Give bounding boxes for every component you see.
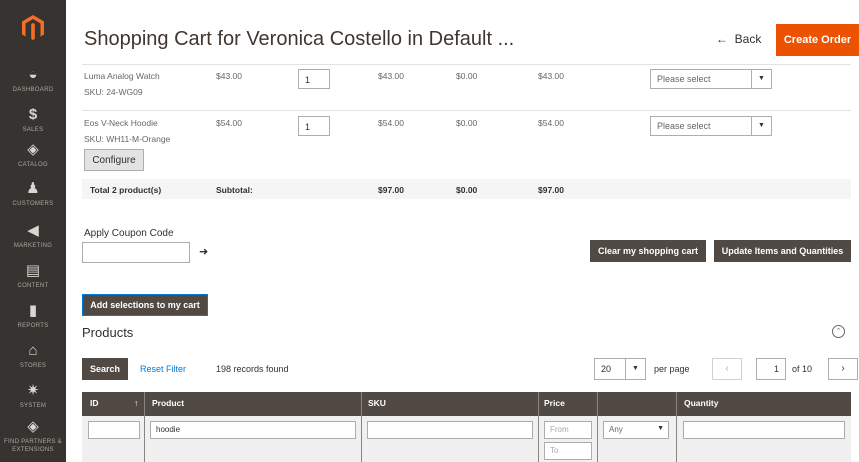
filter-sku-input[interactable] <box>367 421 533 439</box>
item-name: Eos V-Neck Hoodie <box>84 118 158 128</box>
chevron-down-icon: ▼ <box>751 117 771 135</box>
nav-catalog[interactable]: ◈ CATALOG <box>0 141 66 185</box>
filter-product-input[interactable]: hoodie <box>150 421 356 439</box>
coupon-label: Apply Coupon Code <box>84 228 174 239</box>
nav-reports[interactable]: ▮ REPORTS <box>0 302 66 346</box>
page-total: of 10 <box>792 364 813 374</box>
filter-price-to[interactable]: To <box>544 442 592 460</box>
chevron-down-icon: ▼ <box>751 70 771 88</box>
grid-header <box>82 392 851 416</box>
chevron-down-icon: ▼ <box>625 359 645 379</box>
arrow-left-icon: ← <box>716 32 728 46</box>
collapse-icon[interactable]: ⌃ <box>832 325 845 338</box>
item-row-total: $54.00 <box>538 118 564 128</box>
item-sku: SKU: 24-WG09 <box>84 87 143 97</box>
next-page-button[interactable]: › <box>828 358 858 380</box>
totals-discount: $0.00 <box>456 185 478 195</box>
magento-logo[interactable] <box>0 0 66 56</box>
reset-filter-link[interactable]: Reset Filter <box>140 364 186 374</box>
products-title: Products <box>82 325 134 340</box>
item-action-select[interactable]: Please select ▼ <box>650 69 772 89</box>
column-header-price[interactable]: Price <box>544 398 565 408</box>
cube-icon: ◈ <box>27 141 39 158</box>
item-price: $43.00 <box>216 71 242 81</box>
item-price: $54.00 <box>216 118 242 128</box>
filter-quantity-input[interactable] <box>683 421 845 439</box>
chevron-left-icon: ‹ <box>725 363 729 374</box>
nav-dashboard[interactable]: ◒ DASHBOARD <box>0 66 66 110</box>
per-page-select[interactable]: 20 ▼ <box>594 358 646 380</box>
records-count: 198 records found <box>216 364 289 374</box>
sort-arrow-icon: ↑ <box>134 398 139 408</box>
chevron-right-icon: › <box>841 363 845 374</box>
quantity-input[interactable]: 1 <box>298 69 330 89</box>
back-button[interactable]: ← Back <box>716 32 761 46</box>
nav-content[interactable]: ▤ CONTENT <box>0 262 66 306</box>
item-row-total: $43.00 <box>538 71 564 81</box>
page-input[interactable]: 1 <box>756 358 786 380</box>
filter-price-from[interactable]: From <box>544 421 592 439</box>
puzzle-icon: ◈ <box>27 418 39 435</box>
column-header-id[interactable]: ID <box>90 398 99 408</box>
dashboard-icon: ◒ <box>28 66 38 83</box>
person-icon: ♟ <box>26 180 40 197</box>
per-page-label: per page <box>654 364 690 374</box>
totals-subtotal: $97.00 <box>378 185 404 195</box>
column-separator <box>597 392 598 462</box>
filter-id-input[interactable] <box>88 421 140 439</box>
magento-logo-icon <box>22 15 44 40</box>
column-separator <box>361 392 362 462</box>
filter-website-select[interactable]: Any ▼ <box>603 421 669 439</box>
column-header-product[interactable]: Product <box>152 398 184 408</box>
nav-marketing[interactable]: ◀ MARKETING <box>0 222 66 266</box>
chevron-down-icon: ▼ <box>657 425 664 432</box>
item-name: Luma Analog Watch <box>84 71 160 81</box>
clear-cart-button[interactable]: Clear my shopping cart <box>590 240 706 262</box>
update-items-button[interactable]: Update Items and Quantities <box>714 240 851 262</box>
item-subtotal: $54.00 <box>378 118 404 128</box>
item-subtotal: $43.00 <box>378 71 404 81</box>
store-icon: ⌂ <box>28 342 38 359</box>
apply-coupon-arrow-icon[interactable]: ➜ <box>199 245 208 258</box>
bar-chart-icon: ▮ <box>28 302 38 319</box>
item-discount: $0.00 <box>456 118 478 128</box>
totals-label: Total 2 product(s) <box>90 185 162 195</box>
subtotal-label: Subtotal: <box>216 185 253 195</box>
prev-page-button[interactable]: ‹ <box>712 358 742 380</box>
configure-button[interactable]: Configure <box>84 149 144 171</box>
column-separator <box>144 392 145 462</box>
add-selections-button[interactable]: Add selections to my cart <box>82 294 208 316</box>
dollar-icon: $ <box>28 106 38 123</box>
nav-stores[interactable]: ⌂ STORES <box>0 342 66 386</box>
item-sku: SKU: WH11-M-Orange <box>84 134 171 144</box>
column-header-sku[interactable]: SKU <box>368 398 386 408</box>
nav-customers[interactable]: ♟ CUSTOMERS <box>0 180 66 224</box>
divider <box>82 110 851 111</box>
layout-icon: ▤ <box>25 262 41 279</box>
search-button[interactable]: Search <box>82 358 128 380</box>
item-discount: $0.00 <box>456 71 478 81</box>
divider <box>82 64 851 65</box>
page-title: Shopping Cart for Veronica Costello in D… <box>84 28 515 50</box>
megaphone-icon: ◀ <box>27 222 39 239</box>
column-separator <box>676 392 677 462</box>
create-order-button[interactable]: Create Order <box>776 24 859 56</box>
coupon-input[interactable] <box>82 242 190 263</box>
column-header-quantity[interactable]: Quantity <box>684 398 718 408</box>
gear-icon: ✷ <box>26 382 40 399</box>
nav-find-partners[interactable]: ◈ FIND PARTNERS & EXTENSIONS <box>0 418 66 462</box>
admin-sidebar: ◒ DASHBOARD $ SALES ◈ CATALOG ♟ CUSTOMERS ◀ M… <box>0 0 66 462</box>
totals-row-total: $97.00 <box>538 185 564 195</box>
quantity-input[interactable]: 1 <box>298 116 330 136</box>
column-separator <box>538 392 539 462</box>
item-action-select[interactable]: Please select ▼ <box>650 116 772 136</box>
